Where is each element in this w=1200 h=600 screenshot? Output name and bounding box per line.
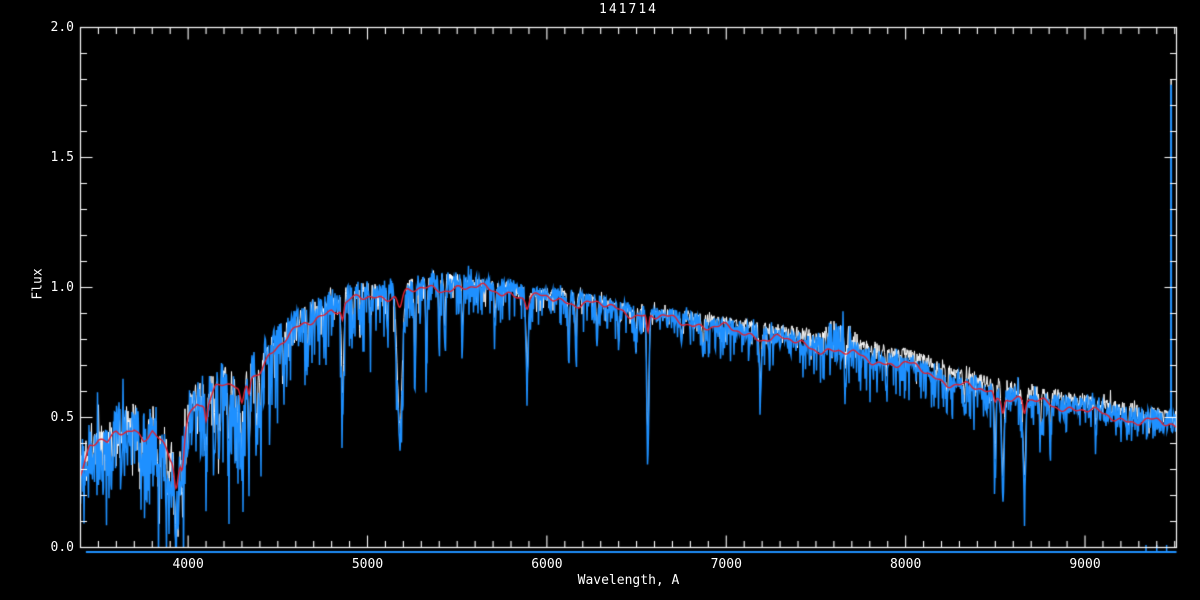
spectrum-plot-canvas [0, 0, 1200, 600]
x-tick-label: 7000 [710, 557, 742, 572]
plot-title: 141714 [599, 2, 658, 17]
y-tick-label: 1.0 [50, 279, 74, 295]
x-tick-label: 6000 [531, 557, 563, 572]
spectrum-plot-window: 141714 Wavelength, A Flux 2.0 1.5 1.0 0.5 0.… [0, 0, 1200, 600]
x-axis-label: Wavelength, A [577, 573, 680, 588]
x-tick-label: 5000 [351, 557, 384, 572]
y-tick-label: 0.0 [50, 539, 74, 555]
x-tick-label: 4000 [172, 557, 204, 572]
y-tick-label: 2.0 [50, 19, 74, 35]
x-tick-label: 8000 [889, 557, 922, 572]
x-tick-label: 9000 [1069, 557, 1101, 572]
y-tick-label: 1.5 [50, 149, 74, 165]
y-tick-label: 0.5 [50, 409, 74, 425]
